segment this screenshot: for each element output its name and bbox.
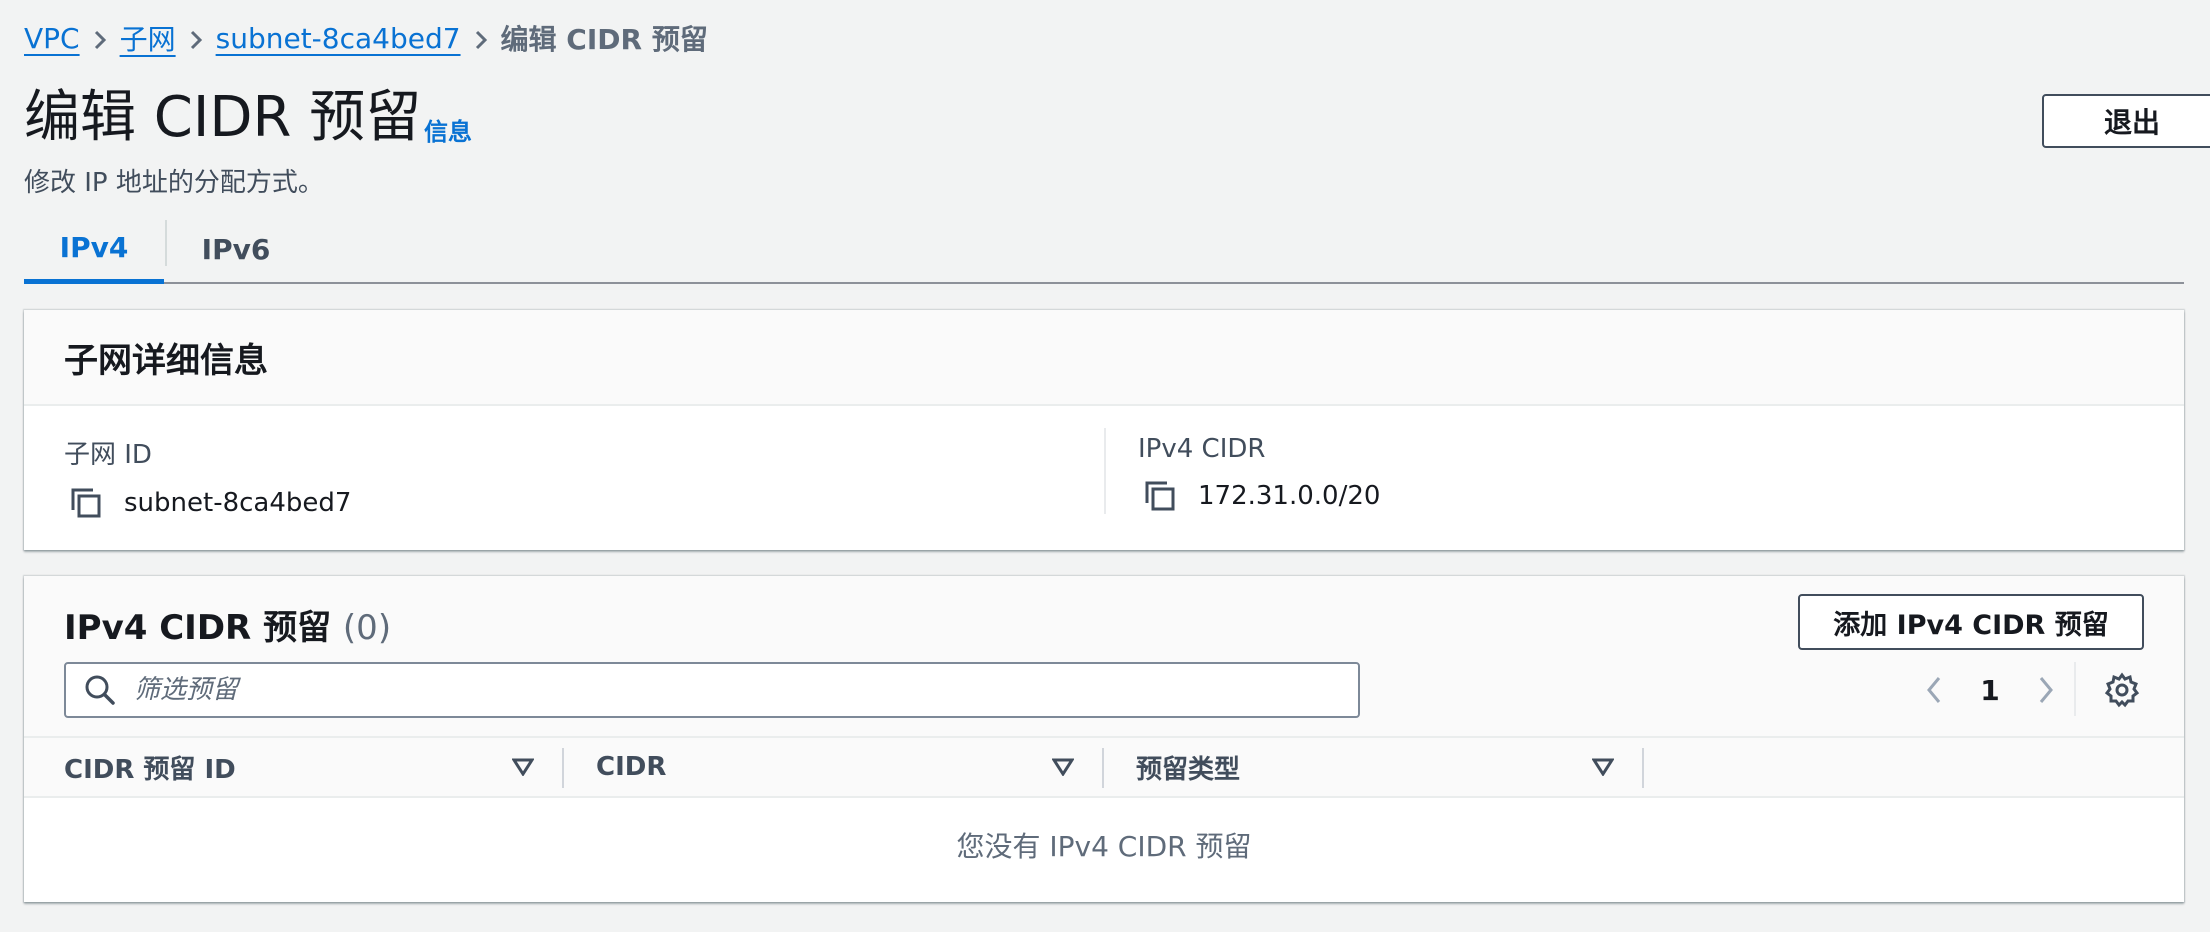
info-link[interactable]: 信息 <box>424 112 472 147</box>
ipv4-cidr-field: IPv4 CIDR 172.31.0.0/20 <box>1138 434 1380 516</box>
angle-right-icon[interactable] <box>2018 662 2074 718</box>
table-header: CIDR 预留 ID CIDR 预留类型 <box>24 736 2184 798</box>
column-header-reservation-type[interactable]: 预留类型 <box>1136 738 1240 796</box>
page-number[interactable]: 1 <box>1962 674 2018 707</box>
copy-icon[interactable] <box>66 483 106 523</box>
pager-divider <box>2074 662 2076 716</box>
pagination: 1 <box>1906 662 2074 718</box>
subnet-details-title: 子网详细信息 <box>64 340 268 381</box>
subnet-id-value: subnet-8ca4bed7 <box>124 488 352 518</box>
column-header-cidr[interactable]: CIDR <box>596 738 666 796</box>
filter-input[interactable] <box>132 674 1316 706</box>
reservations-count: (0) <box>342 608 392 648</box>
chevron-right-icon <box>80 22 120 55</box>
reservations-title: IPv4 CIDR 预留 (0) <box>64 600 391 649</box>
search-icon <box>82 672 118 708</box>
page-title: 编辑 CIDR 预留 <box>24 85 422 150</box>
breadcrumb: VPC 子网 subnet-8ca4bed7 编辑 CIDR 预留 <box>24 18 708 58</box>
subnet-id-field: 子网 ID subnet-8ca4bed7 <box>64 434 351 523</box>
field-divider <box>1104 428 1106 514</box>
sort-caret-icon[interactable] <box>1048 752 1078 782</box>
ipv4-cidr-label: IPv4 CIDR <box>1138 434 1266 464</box>
exit-button[interactable]: 退出 <box>2042 94 2210 148</box>
subnet-details-panel: 子网详细信息 子网 ID subnet-8ca4bed7 IPv4 CIDR 1… <box>24 310 2184 550</box>
tab-ipv6[interactable]: IPv6 <box>166 216 306 282</box>
copy-icon[interactable] <box>1140 476 1180 516</box>
page-description: 修改 IP 地址的分配方式。 <box>24 168 324 198</box>
add-reservation-button[interactable]: 添加 IPv4 CIDR 预留 <box>1798 594 2144 650</box>
subnet-id-label: 子网 ID <box>64 440 152 470</box>
subnet-details-header: 子网详细信息 <box>24 310 2184 406</box>
sort-caret-icon[interactable] <box>508 752 538 782</box>
tab-ipv4[interactable]: IPv4 <box>24 216 164 284</box>
cidr-reservations-panel: IPv4 CIDR 预留 (0) 添加 IPv4 CIDR 预留 1 <box>24 576 2184 902</box>
sort-caret-icon[interactable] <box>1588 752 1618 782</box>
breadcrumb-subnets[interactable]: 子网 <box>120 18 176 58</box>
settings-icon[interactable] <box>2100 668 2144 712</box>
column-header-reservation-id[interactable]: CIDR 预留 ID <box>64 738 236 796</box>
empty-state-message: 您没有 IPv4 CIDR 预留 <box>956 830 1252 863</box>
filter-box <box>64 662 1360 718</box>
reservations-title-text: IPv4 CIDR 预留 <box>64 608 332 648</box>
column-divider[interactable] <box>1642 748 1644 788</box>
column-divider[interactable] <box>562 748 564 788</box>
chevron-right-icon <box>461 22 501 55</box>
breadcrumb-vpc[interactable]: VPC <box>24 22 80 55</box>
tab-bar: IPv4 IPv6 <box>24 216 2184 284</box>
breadcrumb-subnet-id[interactable]: subnet-8ca4bed7 <box>216 22 461 55</box>
ipv4-cidr-value: 172.31.0.0/20 <box>1198 481 1381 511</box>
reservations-header: IPv4 CIDR 预留 (0) 添加 IPv4 CIDR 预留 1 <box>24 576 2184 736</box>
angle-left-icon[interactable] <box>1906 662 1962 718</box>
chevron-right-icon <box>176 22 216 55</box>
breadcrumb-current: 编辑 CIDR 预留 <box>500 23 708 56</box>
column-divider[interactable] <box>1102 748 1104 788</box>
